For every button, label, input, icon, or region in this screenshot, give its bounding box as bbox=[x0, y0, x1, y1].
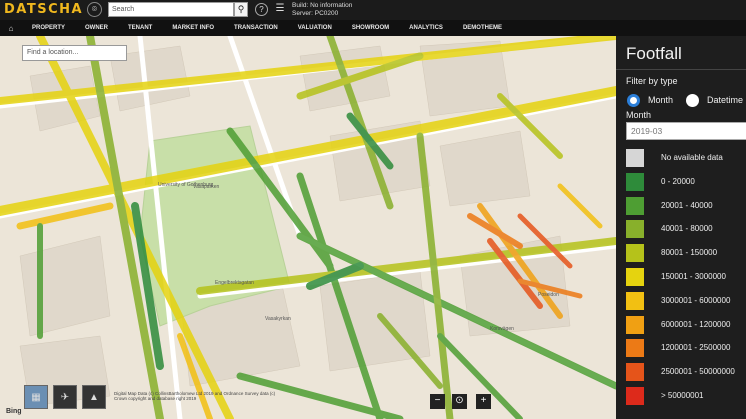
nav-tenant[interactable]: TENANT bbox=[118, 25, 162, 31]
legend-label: 80001 - 150000 bbox=[661, 248, 718, 258]
legend-label: No available data bbox=[661, 153, 723, 162]
legend-swatch bbox=[626, 291, 644, 310]
legend-swatch bbox=[626, 220, 644, 239]
legend-swatch bbox=[626, 387, 644, 405]
home-icon[interactable]: ⌂ bbox=[0, 24, 22, 33]
legend-row: 80001 - 150000 bbox=[626, 244, 746, 264]
bing-logo: Bing bbox=[6, 408, 22, 415]
zoom-out-button[interactable]: − bbox=[430, 394, 445, 409]
search-input[interactable]: Search bbox=[108, 2, 234, 17]
radio-month-label: Month bbox=[648, 95, 674, 105]
nav-owner[interactable]: OWNER bbox=[75, 25, 118, 31]
legend-swatch bbox=[626, 339, 644, 358]
nav-transaction[interactable]: TRANSACTION bbox=[224, 25, 288, 31]
drone-view-icon[interactable]: ✈ bbox=[53, 385, 77, 409]
legend-label: 0 - 20000 bbox=[661, 176, 695, 186]
radio-month[interactable] bbox=[627, 94, 640, 107]
legend-label: 3000001 - 6000000 bbox=[661, 295, 731, 305]
filter-type-label: Filter by type bbox=[626, 76, 678, 86]
aerial-view-icon[interactable]: ▦ bbox=[24, 385, 48, 409]
nav-analytics[interactable]: ANALYTICS bbox=[399, 25, 453, 31]
zoom-in-button[interactable]: + bbox=[476, 394, 491, 409]
find-location-input[interactable]: Find a location... bbox=[22, 45, 127, 61]
legend-row: 20001 - 40000 bbox=[626, 196, 746, 217]
legend-swatch bbox=[626, 268, 644, 286]
nav-demotheme[interactable]: DEMOTHEME bbox=[453, 25, 512, 31]
legend-label: 40001 - 80000 bbox=[661, 224, 713, 234]
map-label-poseidon: Poseidon bbox=[538, 292, 559, 298]
build-text: Build: No information bbox=[292, 2, 353, 9]
nav-property[interactable]: PROPERTY bbox=[22, 25, 75, 31]
legend-label: 1200001 - 2500000 bbox=[661, 343, 731, 353]
map-label-engelbrektsgatan: Engelbrektsgatan bbox=[215, 280, 254, 286]
map-label-vasakyrkan: Vasakyrkan bbox=[265, 316, 291, 322]
legend-swatch bbox=[626, 196, 644, 215]
build-info: Build: No information Server: PC0200 bbox=[292, 2, 352, 18]
legend-swatch bbox=[626, 172, 644, 191]
legend-label: 20001 - 40000 bbox=[661, 200, 713, 210]
month-label: Month bbox=[626, 110, 652, 120]
map-label-korsvagen: Korsvägen bbox=[490, 326, 514, 332]
legend-label: > 50000001 bbox=[661, 391, 704, 400]
legend-row: 40001 - 80000 bbox=[626, 220, 746, 240]
radio-datetime-label: Datetime bbox=[707, 95, 744, 105]
legend-row: No available data bbox=[626, 149, 746, 169]
legend-row: 6000001 - 1200000 bbox=[626, 315, 746, 336]
legend-swatch bbox=[626, 363, 644, 382]
nav-showroom[interactable]: SHOWROOM bbox=[342, 25, 399, 31]
app-logo: DATSCHA bbox=[4, 2, 84, 17]
legend-row: 1200001 - 2500000 bbox=[626, 339, 746, 359]
legend-swatch bbox=[626, 315, 644, 334]
zoom-reset-button[interactable]: ⊙ bbox=[452, 394, 467, 409]
map-label-vasaparken: Vasaparken bbox=[193, 184, 220, 190]
server-text: Server: PC0200 bbox=[292, 10, 339, 17]
legend-swatch bbox=[626, 244, 644, 263]
menu-list-icon[interactable]: ☰ bbox=[273, 3, 287, 16]
legend-label: 150001 - 3000000 bbox=[661, 272, 726, 281]
info-icon[interactable]: ? bbox=[255, 3, 268, 16]
legend-label: 6000001 - 1200000 bbox=[661, 319, 731, 329]
panel-divider bbox=[616, 69, 746, 70]
map-canvas[interactable] bbox=[0, 36, 616, 419]
footfall-panel: Footfall Filter by type Month Datetime M… bbox=[616, 36, 746, 419]
map-copyright: Digital Map Data (c) CollinsBartholomew … bbox=[114, 391, 314, 401]
top-bar: DATSCHA ⌾ Search ⚲ ? ☰ Build: No informa… bbox=[0, 0, 746, 20]
legend-row: 3000001 - 6000000 bbox=[626, 291, 746, 312]
copyright-line-2: Crown copyright and database right 2019 bbox=[114, 396, 197, 401]
legend-row: 2500001 - 50000000 bbox=[626, 363, 746, 383]
main-nav: ⌂ PROPERTY OWNER TENANT MARKET INFO TRAN… bbox=[0, 20, 746, 36]
panel-title: Footfall bbox=[626, 44, 682, 63]
legend-row: 0 - 20000 bbox=[626, 172, 746, 193]
legend-swatch bbox=[626, 149, 644, 167]
legend-label: 2500001 - 50000000 bbox=[661, 367, 735, 377]
legend-row: 150001 - 3000000 bbox=[626, 268, 746, 288]
month-field[interactable]: 2019-03 bbox=[626, 122, 746, 140]
nav-market-info[interactable]: MARKET INFO bbox=[162, 25, 224, 31]
location-pin-icon[interactable]: ⌾ bbox=[87, 2, 102, 17]
road-view-icon[interactable]: ▲ bbox=[82, 385, 106, 409]
nav-valuation[interactable]: VALUATION bbox=[288, 25, 342, 31]
radio-datetime[interactable] bbox=[686, 94, 699, 107]
footfall-map[interactable]: Find a location... University of Gothenb… bbox=[0, 36, 616, 419]
legend-row: > 50000001 bbox=[626, 387, 746, 407]
search-icon[interactable]: ⚲ bbox=[234, 2, 248, 17]
